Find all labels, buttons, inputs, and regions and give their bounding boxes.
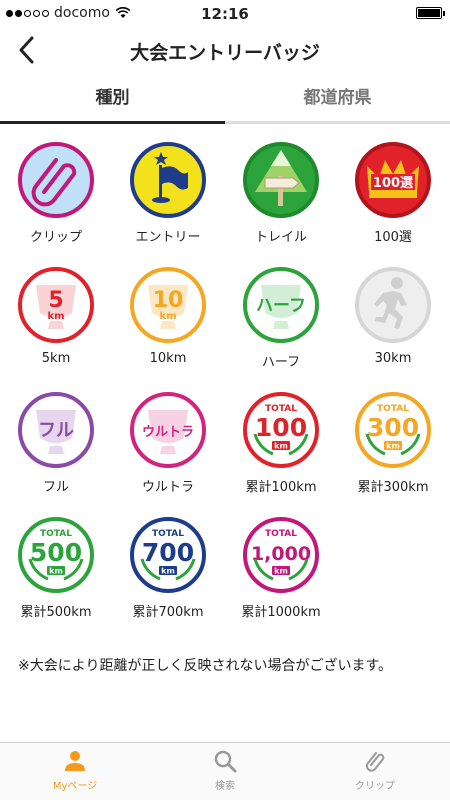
svg-text:1,000: 1,000 — [251, 543, 311, 565]
tab-bar: 種別 都道府県 — [0, 74, 450, 124]
nav-clip[interactable]: クリップ — [300, 749, 450, 792]
badge-total-1000km[interactable]: TOTAL 1,000 km 累計1000km — [225, 515, 337, 625]
trophy-10km-icon: 10 km — [130, 267, 206, 343]
badge-100sen[interactable]: 100選 100選 — [337, 140, 449, 250]
nav-mypage-label: Myページ — [52, 781, 98, 792]
trophy-ultra-icon: ウルトラ — [130, 392, 206, 468]
badge-label: 累計700km — [132, 605, 204, 620]
clip-badge-icon — [18, 142, 94, 218]
person-icon — [65, 751, 85, 771]
badge-clip[interactable]: クリップ — [0, 140, 112, 250]
badge-label: エントリー — [135, 230, 201, 245]
badge-total-300km[interactable]: TOTAL 300 km 累計300km — [337, 390, 449, 500]
badge-total-500km[interactable]: TOTAL 500 km 累計500km — [0, 515, 112, 625]
svg-text:700: 700 — [142, 538, 194, 567]
badge-label: 30km — [374, 351, 412, 366]
search-icon — [214, 750, 237, 773]
svg-text:km: km — [274, 567, 288, 576]
badge-5km[interactable]: 5 km 5km — [0, 265, 112, 375]
badge-full[interactable]: フル フル — [0, 390, 112, 500]
svg-text:TOTAL: TOTAL — [265, 529, 297, 539]
badge-label: 5km — [41, 351, 71, 366]
badge-total-100km[interactable]: TOTAL 100 km 累計100km — [225, 390, 337, 500]
laurel-total-1000-icon: TOTAL 1,000 km — [243, 517, 319, 593]
svg-text:km: km — [159, 311, 176, 322]
nav-search[interactable]: 検索 — [150, 749, 300, 792]
tab-type[interactable]: 種別 — [0, 74, 225, 124]
trophy-full-icon: フル — [18, 392, 94, 468]
status-time: 12:16 — [201, 5, 249, 23]
badge-label: ウルトラ — [141, 480, 194, 495]
badge-label: クリップ — [29, 230, 82, 245]
crown-badge-icon: 100選 — [355, 142, 431, 218]
runner-silhouette-icon — [355, 267, 431, 343]
trophy-5km-icon: 5 km — [18, 267, 94, 343]
status-bar: docomo 12:16 — [0, 0, 450, 26]
navigation-bar: 大会エントリーバッジ — [0, 26, 450, 74]
badge-label: 累計300km — [357, 480, 429, 495]
badge-trail[interactable]: トレイル — [225, 140, 337, 250]
trophy-half-icon: ハーフ — [243, 267, 319, 343]
badge-label: トレイル — [254, 230, 307, 245]
tab-divider — [225, 121, 450, 124]
badge-entry[interactable]: エントリー — [112, 140, 224, 250]
active-tab-indicator — [0, 121, 225, 124]
badge-label: 累計1000km — [241, 605, 321, 620]
svg-text:100: 100 — [255, 413, 307, 442]
nav-clip-label: クリップ — [355, 781, 395, 792]
badge-label: 累計500km — [20, 605, 92, 620]
badge-label: 累計100km — [245, 480, 317, 495]
svg-text:km: km — [161, 567, 175, 576]
svg-text:km: km — [49, 567, 63, 576]
laurel-total-500-icon: TOTAL 500 km — [18, 517, 94, 593]
badge-label: 100選 — [374, 230, 412, 245]
laurel-total-300-icon: TOTAL 300 km — [355, 392, 431, 468]
svg-text:km: km — [47, 311, 64, 322]
badge-30km[interactable]: 30km — [337, 265, 449, 375]
tab-prefecture[interactable]: 都道府県 — [225, 74, 450, 124]
svg-text:5: 5 — [48, 288, 63, 313]
badge-10km[interactable]: 10 km 10km — [112, 265, 224, 375]
bottom-navigation: Myページ 検索 クリップ — [0, 742, 450, 800]
paperclip-icon — [365, 752, 385, 772]
svg-text:100選: 100選 — [373, 175, 413, 191]
svg-text:ハーフ: ハーフ — [256, 296, 306, 316]
badge-half[interactable]: ハーフ ハーフ — [225, 265, 337, 375]
badge-total-700km[interactable]: TOTAL 700 km 累計700km — [112, 515, 224, 625]
badge-label: 10km — [149, 351, 187, 366]
flag-badge-icon — [130, 142, 206, 218]
nav-search-label: 検索 — [215, 781, 235, 792]
laurel-total-700-icon: TOTAL 700 km — [130, 517, 206, 593]
svg-text:300: 300 — [367, 413, 419, 442]
distance-note: ※大会により距離が正しく反映されない場合がございます。 — [18, 658, 393, 674]
svg-text:500: 500 — [30, 538, 82, 567]
badge-label: フル — [42, 480, 69, 495]
badge-ultra[interactable]: ウルトラ ウルトラ — [112, 390, 224, 500]
battery-icon — [416, 7, 445, 19]
trail-badge-icon — [243, 142, 319, 218]
svg-text:フル: フル — [38, 420, 74, 441]
badge-label: ハーフ — [261, 355, 301, 370]
laurel-total-100-icon: TOTAL 100 km — [243, 392, 319, 468]
svg-text:10: 10 — [153, 288, 184, 313]
svg-text:km: km — [274, 442, 288, 451]
page-title: 大会エントリーバッジ — [130, 42, 320, 64]
nav-mypage[interactable]: Myページ — [0, 749, 150, 792]
svg-text:km: km — [386, 442, 400, 451]
svg-text:ウルトラ: ウルトラ — [142, 425, 194, 440]
